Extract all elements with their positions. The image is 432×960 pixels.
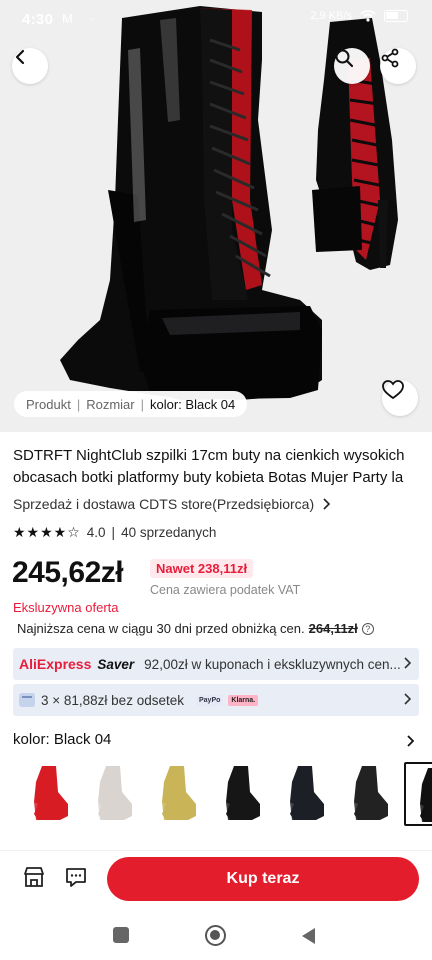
store-link[interactable]: Sprzedaż i dostawa CDTS store(Przedsiębi… <box>13 496 331 512</box>
chevron-right-icon <box>323 498 331 510</box>
bottom-action-bar: Kup teraz <box>0 850 432 906</box>
status-dot: · <box>90 11 95 26</box>
recents-button[interactable] <box>113 927 129 943</box>
variant-thumbnails <box>20 762 432 828</box>
chip-product[interactable]: Produkt <box>26 397 71 412</box>
status-right: 2,9 KB/s <box>310 10 408 22</box>
lowest-price-label: Najniższa cena w ciągu 30 dni przed obni… <box>17 621 305 636</box>
system-navigation-bar <box>0 912 432 960</box>
favorite-button[interactable] <box>382 380 418 416</box>
system-back-button[interactable] <box>302 928 315 944</box>
boot-thumbnail-icon <box>162 766 196 820</box>
heart-icon <box>382 380 404 400</box>
rating-row[interactable]: ★★★★☆ 4.0 | 40 sprzedanych <box>13 524 216 541</box>
search-button[interactable] <box>334 48 370 84</box>
store-name: Sprzedaż i dostawa CDTS store(Przedsiębi… <box>13 496 315 512</box>
installments-text: 3 × 81,88zł bez odsetek <box>41 692 184 708</box>
vat-note: Cena zawiera podatek VAT <box>150 583 301 597</box>
gallery-chips: Produkt | Rozmiar | kolor: Black 04 <box>14 391 248 417</box>
product-image-gallery[interactable]: Produkt | Rozmiar | kolor: Black 04 <box>0 0 432 432</box>
chip-color[interactable]: kolor: Black 04 <box>150 397 235 412</box>
saver-logo: Saver <box>97 656 135 672</box>
boot-thumbnail-icon <box>354 766 388 820</box>
status-bar: 4:30 M · 2,9 KB/s <box>0 0 432 38</box>
variant-thumb-black-buckles[interactable] <box>212 762 270 826</box>
sold-count: 40 sprzedanych <box>121 525 217 540</box>
variant-thumb-black-clear-heel[interactable] <box>340 762 398 826</box>
installments-bar[interactable]: 3 × 81,88zł bez odsetek PayPo Klarna. <box>13 684 419 716</box>
chevron-right-icon <box>404 657 411 669</box>
price: 245,62zł <box>12 556 124 589</box>
exclusive-offer-label: Eksluzywna oferta <box>13 600 119 615</box>
variant-thumb-black-red[interactable] <box>404 762 432 826</box>
saver-text: 92,00zł w kuponach i ekskluzywnych cen..… <box>144 656 401 672</box>
chevron-left-icon <box>15 49 25 65</box>
search-icon <box>335 49 354 68</box>
network-speed: 2,9 KB/s <box>310 10 352 22</box>
info-icon[interactable]: ? <box>361 622 374 635</box>
boot-thumbnail-icon <box>420 768 432 822</box>
rating-stars: ★★★★☆ <box>13 524 81 540</box>
buy-now-button[interactable]: Kup teraz <box>107 857 419 901</box>
boot-thumbnail-icon <box>34 766 68 820</box>
variant-thumb-clear[interactable] <box>84 762 142 826</box>
rating-value: 4.0 <box>86 525 106 540</box>
lowest-price-value: 264,11zł <box>308 621 358 636</box>
share-icon <box>381 48 399 68</box>
store-icon[interactable] <box>22 865 46 889</box>
product-title-line1: SDTRFT NightClub szpilki 17cm buty na ci… <box>13 447 405 464</box>
chip-separator: | <box>140 396 144 412</box>
back-button[interactable] <box>12 48 48 84</box>
boot-thumbnail-icon <box>98 766 132 820</box>
saver-bar[interactable]: AliExpress Saver 92,00zł w kuponach i ek… <box>13 648 419 680</box>
variant-thumb-gold-glitter[interactable] <box>148 762 206 826</box>
boot-thumbnail-icon <box>226 766 260 820</box>
status-time: 4:30 <box>22 11 54 28</box>
wifi-icon <box>360 10 376 22</box>
promo-price-badge: Nawet 238,11zł <box>150 559 254 578</box>
variant-label[interactable]: kolor: Black 04 <box>13 731 111 748</box>
chip-separator: | <box>76 396 81 412</box>
rating-separator: | <box>111 525 116 540</box>
lowest-price-note: Najniższa cena w ciągu 30 dni przed obni… <box>17 621 374 636</box>
message-notification-icon: M <box>62 11 73 26</box>
share-button[interactable] <box>380 48 416 84</box>
card-icon <box>19 693 35 707</box>
klarna-badge: Klarna. <box>228 694 259 706</box>
product-title: SDTRFT NightClub szpilki 17cm buty na ci… <box>13 445 419 489</box>
chevron-right-icon <box>404 693 411 705</box>
chevron-right-icon[interactable] <box>406 734 414 748</box>
product-title-line2: obcasach botki platformy buty kobieta Bo… <box>13 469 404 486</box>
aliexpress-logo: AliExpress <box>19 656 92 672</box>
battery-icon <box>384 10 408 22</box>
home-button[interactable] <box>205 925 226 946</box>
chat-icon[interactable] <box>64 865 88 889</box>
paypo-badge: PayPo <box>195 694 224 706</box>
variant-thumb-red[interactable] <box>20 762 78 826</box>
variant-thumb-black-matte[interactable] <box>276 762 334 826</box>
chip-size[interactable]: Rozmiar <box>86 397 134 412</box>
boot-thumbnail-icon <box>290 766 324 820</box>
